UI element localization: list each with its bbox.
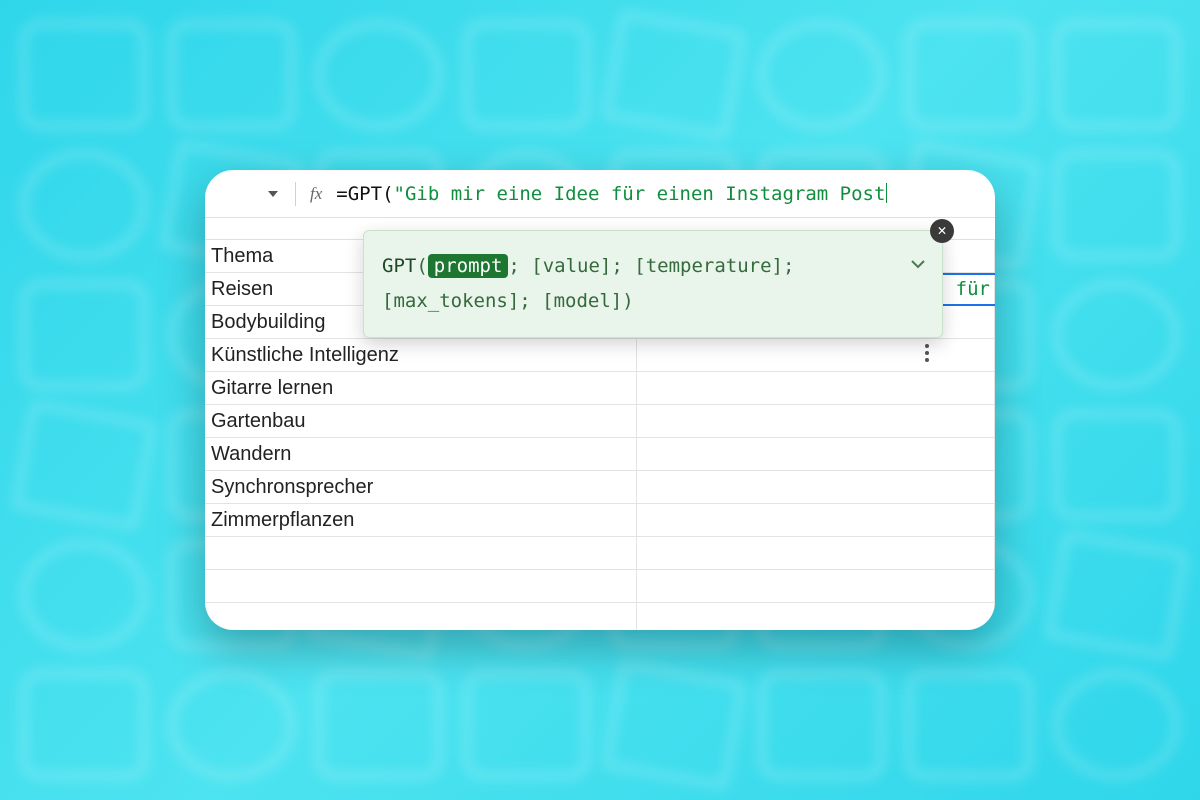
formula-function-name: GPT [348,183,382,205]
chevron-down-icon[interactable] [910,249,926,284]
tooltip-line-1: GPT(prompt; [value]; [temperature]; [382,249,892,284]
cell-b[interactable] [637,537,995,569]
cell-overflow-text: für [956,278,990,300]
table-row[interactable]: Gartenbau [205,405,995,438]
more-icon[interactable] [925,344,929,362]
cell-a[interactable]: Gartenbau [205,405,637,437]
formula-string-quote: " [394,183,405,205]
function-tooltip: ✕ GPT(prompt; [value]; [temperature]; [m… [363,230,943,338]
name-box-dropdown-icon[interactable] [265,186,281,202]
cell-b[interactable] [637,438,995,470]
formula-string-content: Gib mir eine Idee für einen Instagram Po… [405,183,885,205]
cell-b[interactable] [637,603,995,630]
table-row[interactable]: Wandern [205,438,995,471]
cell-a[interactable]: Wandern [205,438,637,470]
tooltip-fn-name: GPT [382,255,416,277]
formula-open-paren: ( [382,183,393,205]
table-row[interactable]: Synchronsprecher [205,471,995,504]
cell-a-empty[interactable] [205,603,637,630]
text-cursor [886,183,887,203]
cell-a[interactable]: Synchronsprecher [205,471,637,503]
cell-b[interactable] [637,471,995,503]
close-icon[interactable]: ✕ [930,219,954,243]
cell-a[interactable]: Zimmerpflanzen [205,504,637,536]
fx-icon[interactable]: fx [310,184,322,204]
table-row[interactable]: Künstliche Intelligenz [205,339,995,372]
cell-b[interactable] [637,405,995,437]
cell-b[interactable] [637,372,995,404]
formula-bar: fx =GPT("Gib mir eine Idee für einen Ins… [205,170,995,218]
table-row[interactable]: Zimmerpflanzen [205,504,995,537]
cell-a-empty[interactable] [205,537,637,569]
cell-a[interactable]: Gitarre lernen [205,372,637,404]
tooltip-params-1: ; [value]; [temperature]; [508,255,794,277]
cell-b[interactable] [637,339,995,371]
tooltip-params-2: [max_tokens]; [model]) [382,290,634,312]
tooltip-open-paren: ( [416,255,427,277]
cell-a-empty[interactable] [205,570,637,602]
tooltip-line-2: [max_tokens]; [model]) [382,284,892,319]
tooltip-active-param: prompt [428,254,509,278]
divider [295,182,296,206]
formula-equals: = [336,183,347,205]
cell-b[interactable] [637,570,995,602]
table-row[interactable] [205,537,995,570]
table-row[interactable] [205,603,995,630]
spreadsheet-panel: fx =GPT("Gib mir eine Idee für einen Ins… [205,170,995,630]
cell-a[interactable]: Künstliche Intelligenz [205,339,637,371]
cell-b[interactable] [637,504,995,536]
table-row[interactable] [205,570,995,603]
table-row[interactable]: Gitarre lernen [205,372,995,405]
formula-input[interactable]: =GPT("Gib mir eine Idee für einen Instag… [336,183,887,205]
